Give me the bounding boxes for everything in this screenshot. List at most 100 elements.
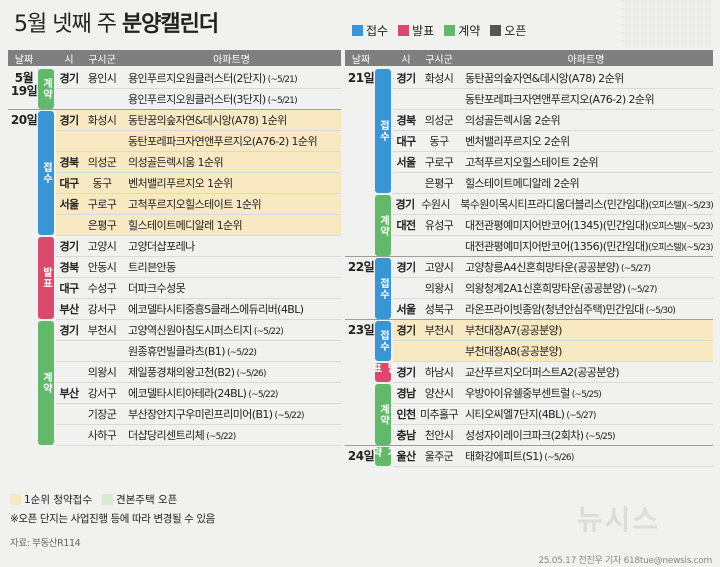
table-row: 부산 강서구 에코델타시티중흥S클래스에듀리버(4BL)	[56, 299, 341, 319]
city-cell: 울주군	[424, 450, 454, 463]
apartment-name: 벤처밸리푸르지오 2순위	[465, 135, 570, 148]
table-row: 의왕시 의왕청계2A1신혼희망타운(공공분양) (~5/27)	[393, 278, 713, 298]
city-cell: 화성시	[87, 114, 117, 127]
table-row: 경남 양산시 우방아이유쉘중부센트럴 (~5/25)	[393, 383, 713, 403]
apartment-name: 용인푸르지오원클러스터(2단지) (~5/21)	[128, 72, 298, 85]
city-cell: 의성군	[424, 114, 454, 127]
apartment-name: 부천대장A8(공공분양)	[465, 345, 562, 358]
table-row: 대전 유성구 대전관평예미지어반코어(1345)(민간임대)(오피스텔)(~5/23…	[393, 215, 713, 235]
table-row: 은평구 힐스테이트메디알레 2순위	[393, 173, 713, 193]
city-cell: 은평구	[424, 177, 454, 190]
province-cell: 대전	[396, 219, 416, 232]
city-cell: 성북구	[424, 303, 454, 316]
period-note: (~5/25)	[569, 390, 602, 400]
apartment-name: 힐스테이트메디알레 2순위	[465, 177, 580, 190]
category-badge: 계약	[370, 447, 396, 466]
footer-note: ※오픈 단지는 사업진행 등에 따라 변경될 수 있음	[10, 513, 215, 525]
date-label: 20일	[10, 113, 38, 127]
period-note: (~5/26)	[542, 453, 574, 463]
apartment-name: 고척푸르지오힐스테이트 1순위	[128, 198, 262, 211]
row-divider	[56, 445, 341, 446]
province-cell: 대구	[59, 177, 79, 190]
province-cell: 경북	[59, 261, 79, 274]
right-calendar-table: 날짜 시 구시군 아파트명	[345, 50, 713, 66]
period-note: (~5/30)	[643, 306, 676, 316]
apartment-name: 에코델타시티중흥S클래스에듀리버(4BL)	[128, 303, 304, 316]
province-cell: 경기	[396, 72, 416, 85]
table-row: 부산 강서구 에코델타시티아테라(24BL) (~5/22)	[56, 383, 341, 403]
province-cell: 경기	[59, 324, 79, 337]
table-row: 경기 부천시 고양역신원아침도시퍼스티지 (~5/22)	[56, 320, 341, 340]
apartment-name: 벤처밸리푸르지오 1순위	[128, 177, 233, 190]
period-note: (~5/22)	[246, 390, 278, 400]
newsis-watermark: 뉴시스	[576, 503, 660, 536]
table-row: 부천대장A8(공공분양)	[393, 341, 713, 361]
city-cell: 부천시	[424, 324, 454, 337]
province-cell: 경남	[396, 387, 416, 400]
table-row: 경기 하남시 교산푸르지오더퍼스트A2(공공분양)	[393, 362, 713, 382]
date-label: 22일	[347, 260, 375, 274]
apartment-name: 북수원이목시티프라디움더블리스(민간임대)(오피스텔)(~5/23)	[460, 198, 713, 211]
period-note: (~5/27)	[619, 264, 651, 274]
apartment-name: 의왕청계2A1신혼희망타운(공공분양) (~5/27)	[465, 282, 657, 295]
apartment-name: 교산푸르지오더퍼스트A2(공공분양)	[465, 366, 620, 379]
province-cell: 경기	[396, 261, 416, 274]
table-row: 경북 의성군 의성골든렉시움 2순위	[393, 110, 713, 130]
table-row: 사하구 더샵당리센트리체 (~5/22)	[56, 425, 341, 445]
city-cell: 수성구	[87, 282, 117, 295]
table-row: 기장군 부산장안지구우미린프리미어(B1) (~5/22)	[56, 404, 341, 424]
period-note: (~5/25)	[583, 432, 616, 442]
period-note: (~5/21)	[265, 75, 298, 85]
city-cell: 의왕시	[87, 366, 117, 379]
apartment-name: 더파크수성못	[128, 282, 186, 295]
city-cell: 의성군	[87, 156, 117, 169]
category-badge: 발표	[370, 363, 396, 382]
table-row: 대전관평예미지어반코어(1356)(민간임대)(오피스텔)(~5/23)	[393, 236, 713, 256]
apartment-name: 성성자이레이크파크(2회차) (~5/25)	[465, 429, 616, 442]
category-badge: 접수	[375, 69, 391, 193]
table-row: 의왕시 제일풍경채의왕고천(B2) (~5/26)	[56, 362, 341, 382]
table-row: 대구 동구 벤처밸리푸르지오 1순위	[56, 173, 341, 193]
apartment-name: 부산장안지구우미린프리미어(B1) (~5/22)	[128, 408, 305, 421]
table-row: 경북 의성군 의성골든렉시움 1순위	[56, 152, 341, 172]
category-badge: 접수	[375, 321, 391, 361]
province-cell: 경북	[396, 114, 416, 127]
city-cell: 유성구	[424, 219, 454, 232]
page-title: 5월 넷째 주 분양캘린더	[14, 12, 219, 37]
table-row: 서울 구로구 고척푸르지오힐스테이트 1순위	[56, 194, 341, 214]
left-table-header: 날짜 시 구시군 아파트명	[8, 50, 341, 66]
category-badge: 계약	[38, 69, 54, 109]
table-row: 경기 용인시 용인푸르지오원클러스터(2단지) (~5/21)	[56, 68, 341, 88]
table-row: 대구 동구 벤처밸리푸르지오 2순위	[393, 131, 713, 151]
table-row: 대구 수성구 더파크수성못	[56, 278, 341, 298]
table-row: 울산 울주군 태화강에피트(S1) (~5/26)	[393, 446, 713, 466]
period-note: (오피스텔)(~5/23)	[648, 222, 713, 232]
table-row: 경북 안동시 트리븐안동	[56, 257, 341, 277]
apartment-name: 태화강에피트(S1) (~5/26)	[465, 450, 574, 463]
apartment-name: 의성골든렉시움 1순위	[128, 156, 224, 169]
period-note: (~5/22)	[272, 411, 305, 421]
table-row: 원종휴먼빌클라츠(B1) (~5/22)	[56, 341, 341, 361]
category-badge: 발표	[38, 237, 54, 319]
apartment-name: 우방아이유쉘중부센트럴 (~5/25)	[465, 387, 602, 400]
category-badge: 계약	[375, 195, 391, 256]
date-separator	[345, 445, 713, 446]
apartment-name: 라온프라이빗종암(청년안심주택)민간임대 (~5/30)	[465, 303, 676, 316]
apartment-name: 고양더샵포레나	[128, 240, 195, 253]
table-row: 용인푸르지오원클러스터(3단지) (~5/21)	[56, 89, 341, 109]
city-cell: 의왕시	[424, 282, 454, 295]
table-row: 충남 천안시 성성자이레이크파크(2회차) (~5/25)	[393, 425, 713, 445]
period-note: (오피스텔)(~5/23)	[648, 201, 713, 211]
row-divider	[393, 466, 713, 467]
city-cell: 구로구	[424, 156, 454, 169]
city-cell: 안동시	[87, 261, 117, 274]
apartment-name: 제일풍경채의왕고천(B2) (~5/26)	[128, 366, 266, 379]
apartment-name: 고양창릉A4신혼희망타운(공공분양) (~5/27)	[465, 261, 651, 274]
period-note: (~5/22)	[251, 327, 284, 337]
table-row: 경기 수원시 북수원이목시티프라디움더블리스(민간임대)(오피스텔)(~5/23)	[393, 194, 713, 214]
apartment-name: 고척푸르지오힐스테이트 2순위	[465, 156, 599, 169]
category-badge: 계약	[375, 384, 391, 445]
city-cell: 은평구	[87, 219, 117, 232]
province-cell: 경기	[396, 324, 416, 337]
province-cell: 서울	[396, 156, 416, 169]
